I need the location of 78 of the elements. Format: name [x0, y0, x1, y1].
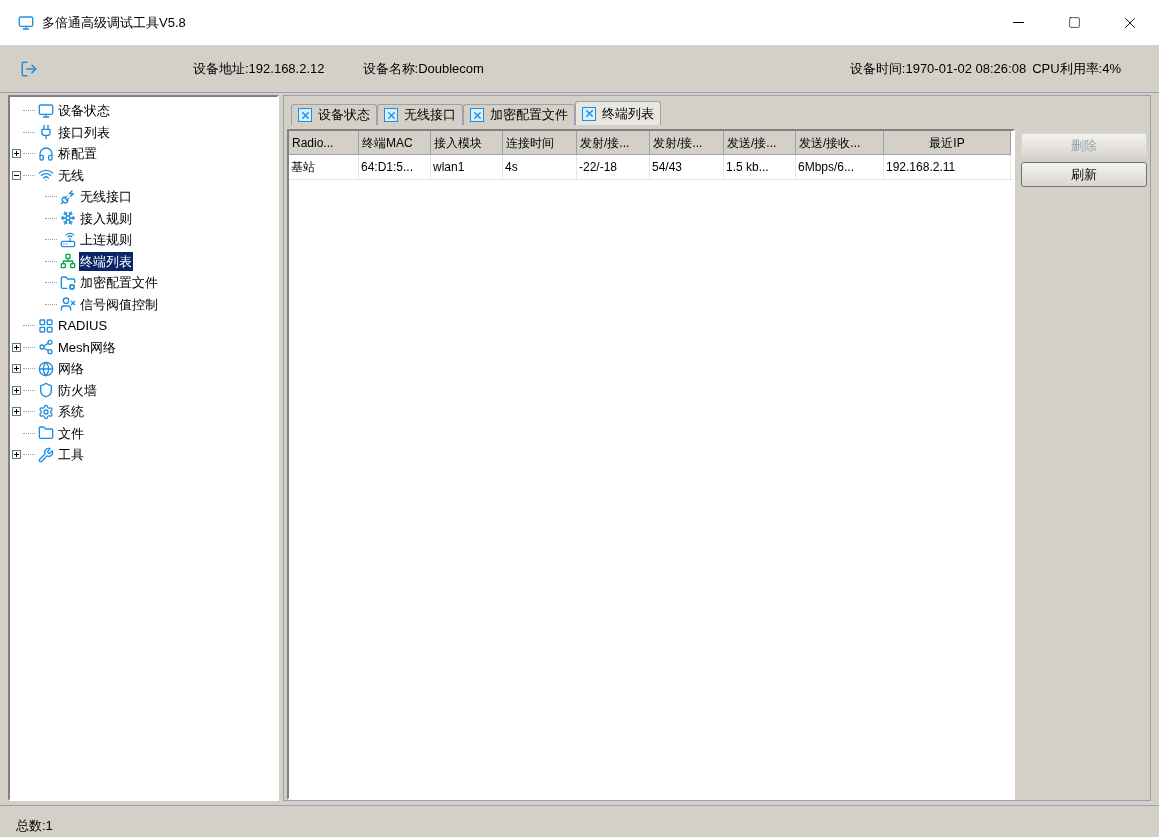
device-time: 设备时间:1970-01-02 08:26:08	[849, 59, 1027, 78]
network-icon	[60, 253, 76, 270]
table-cell: 192.168.2.11	[884, 155, 1011, 179]
minimize-icon	[1012, 22, 1024, 23]
tree-item[interactable]: 加密配置文件	[79, 273, 159, 293]
table-cell: -22/-18	[577, 155, 650, 179]
cpu-usage: CPU利用率:4%	[1032, 59, 1121, 78]
tree-item[interactable]: 无线	[57, 165, 85, 185]
tree-item[interactable]: 系统	[57, 402, 85, 422]
device-name: 设备名称:Doublecom	[362, 59, 484, 78]
tree-item[interactable]: Mesh网络	[57, 337, 117, 357]
maximize-icon	[1067, 16, 1081, 29]
close-icon[interactable]	[470, 108, 484, 122]
monitor-icon	[18, 14, 34, 31]
tree-item[interactable]: 接入规则	[79, 208, 133, 228]
tree-item[interactable]: 网络	[57, 359, 85, 379]
tree-item[interactable]: 无线接口	[79, 187, 133, 207]
expand-icon[interactable]	[12, 450, 21, 460]
column-header[interactable]: 最近IP	[884, 131, 1011, 155]
globe-icon	[38, 360, 54, 377]
close-icon[interactable]	[298, 108, 312, 122]
column-header[interactable]: 发送/接...	[724, 131, 796, 155]
collapse-icon[interactable]	[12, 170, 21, 180]
table-cell: wlan1	[431, 155, 503, 179]
table-cell: 4s	[503, 155, 577, 179]
tree-item[interactable]: RADIUS	[57, 316, 109, 336]
table-cell: 6Mbps/6...	[796, 155, 884, 179]
grid-icon	[38, 317, 54, 334]
router-icon	[60, 231, 76, 248]
close-icon[interactable]	[384, 108, 398, 122]
gear-icon	[38, 403, 54, 420]
device-address: 设备地址:192.168.2.12	[193, 59, 325, 78]
tree-item[interactable]: 防火墙	[57, 380, 98, 400]
close-icon[interactable]	[582, 106, 596, 121]
total-count: 总数:1	[16, 816, 53, 835]
column-header[interactable]: 发射/接...	[577, 131, 650, 155]
headphones-icon	[38, 145, 54, 162]
wrench-icon	[38, 446, 54, 463]
user-icon	[60, 296, 76, 313]
expand-icon[interactable]	[12, 364, 21, 374]
tree-item[interactable]: 桥配置	[57, 144, 98, 164]
column-header[interactable]: 终端MAC	[359, 131, 431, 155]
snowflake-icon	[60, 210, 76, 227]
share-icon	[38, 339, 54, 356]
tree-item[interactable]: 接口列表	[57, 122, 111, 142]
action-button[interactable]: 刷新	[1021, 162, 1147, 187]
column-header[interactable]: 发送/接收...	[796, 131, 884, 155]
expand-icon[interactable]	[12, 385, 21, 395]
expand-icon[interactable]	[12, 407, 21, 417]
tree-item[interactable]: 工具	[57, 445, 85, 465]
expand-icon[interactable]	[12, 149, 21, 159]
tree-item[interactable]: 终端列表	[79, 251, 133, 271]
folder-icon	[38, 425, 54, 442]
tree-item[interactable]: 文件	[57, 423, 85, 443]
table-cell: 54/43	[650, 155, 724, 179]
column-header[interactable]: 发射/接...	[650, 131, 724, 155]
table-cell: 1.5 kb...	[724, 155, 796, 179]
column-header[interactable]: 连接时间	[503, 131, 577, 155]
plug-icon	[60, 188, 76, 205]
tab[interactable]: 加密配置文件	[463, 104, 575, 125]
exit-icon[interactable]	[20, 59, 38, 78]
column-header[interactable]: Radio...	[289, 131, 359, 155]
shield-icon	[38, 382, 54, 399]
tab[interactable]: 终端列表	[575, 101, 661, 125]
monitor-icon	[38, 102, 54, 119]
tree-item[interactable]: 上连规则	[79, 230, 133, 250]
column-header[interactable]: 接入模块	[431, 131, 503, 155]
tab[interactable]: 设备状态	[291, 104, 377, 125]
folder-icon	[60, 274, 76, 291]
tree-item[interactable]: 设备状态	[57, 101, 111, 121]
table-cell: 64:D1:5...	[359, 155, 431, 179]
tree-item[interactable]: 信号阀值控制	[79, 294, 159, 314]
expand-icon[interactable]	[12, 342, 21, 352]
tab[interactable]: 无线接口	[377, 104, 463, 125]
wifi-icon	[38, 167, 54, 184]
window-title: 多倍通高级调试工具V5.8	[42, 13, 187, 32]
plug-icon	[38, 124, 54, 141]
table-cell: 基站	[289, 155, 359, 179]
